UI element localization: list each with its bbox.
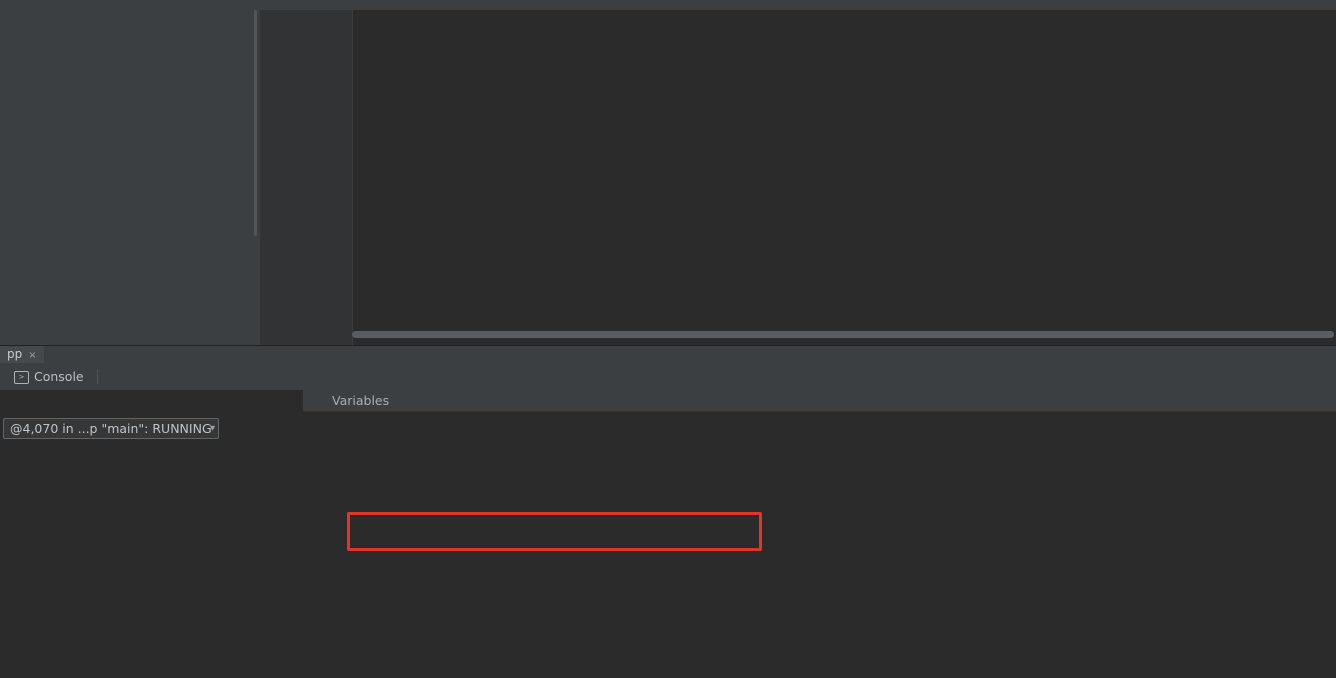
editor-tab-label: pp	[7, 347, 22, 361]
ide-window: pp × > Console Variables @4,070 in ...p "…	[0, 0, 1336, 678]
variables-panel-header: Variables	[303, 390, 1336, 412]
editor-horizontal-scrollbar[interactable]	[352, 331, 1334, 338]
close-tab-icon[interactable]: ×	[28, 350, 36, 361]
chevron-down-icon: ▾	[210, 419, 215, 438]
tab-console[interactable]: > Console	[14, 363, 84, 390]
frames-header-spacer	[0, 390, 303, 412]
variables-header-label: Variables	[332, 393, 389, 408]
debug-toolbar: > Console	[0, 363, 1336, 391]
toolwindow-tabbar: pp ×	[0, 346, 1336, 363]
console-icon: >	[14, 371, 29, 384]
thread-selector-value: @4,070 in ...p "main": RUNNING	[10, 421, 212, 436]
annotation-highlight-box	[347, 512, 762, 551]
thread-selector-dropdown[interactable]: @4,070 in ...p "main": RUNNING ▾	[3, 418, 219, 439]
console-tab-label: Console	[34, 369, 84, 384]
project-scrollbar[interactable]	[254, 10, 257, 236]
toolbar-separator	[97, 369, 98, 384]
frames-panel: @4,070 in ...p "main": RUNNING ▾	[0, 412, 304, 678]
code-editor[interactable]	[260, 10, 1336, 345]
watches-toolbar-strip	[303, 412, 332, 678]
editor-tab-app[interactable]: pp ×	[0, 346, 44, 363]
editor-gutter	[260, 10, 353, 345]
project-tree-panel	[0, 10, 261, 345]
